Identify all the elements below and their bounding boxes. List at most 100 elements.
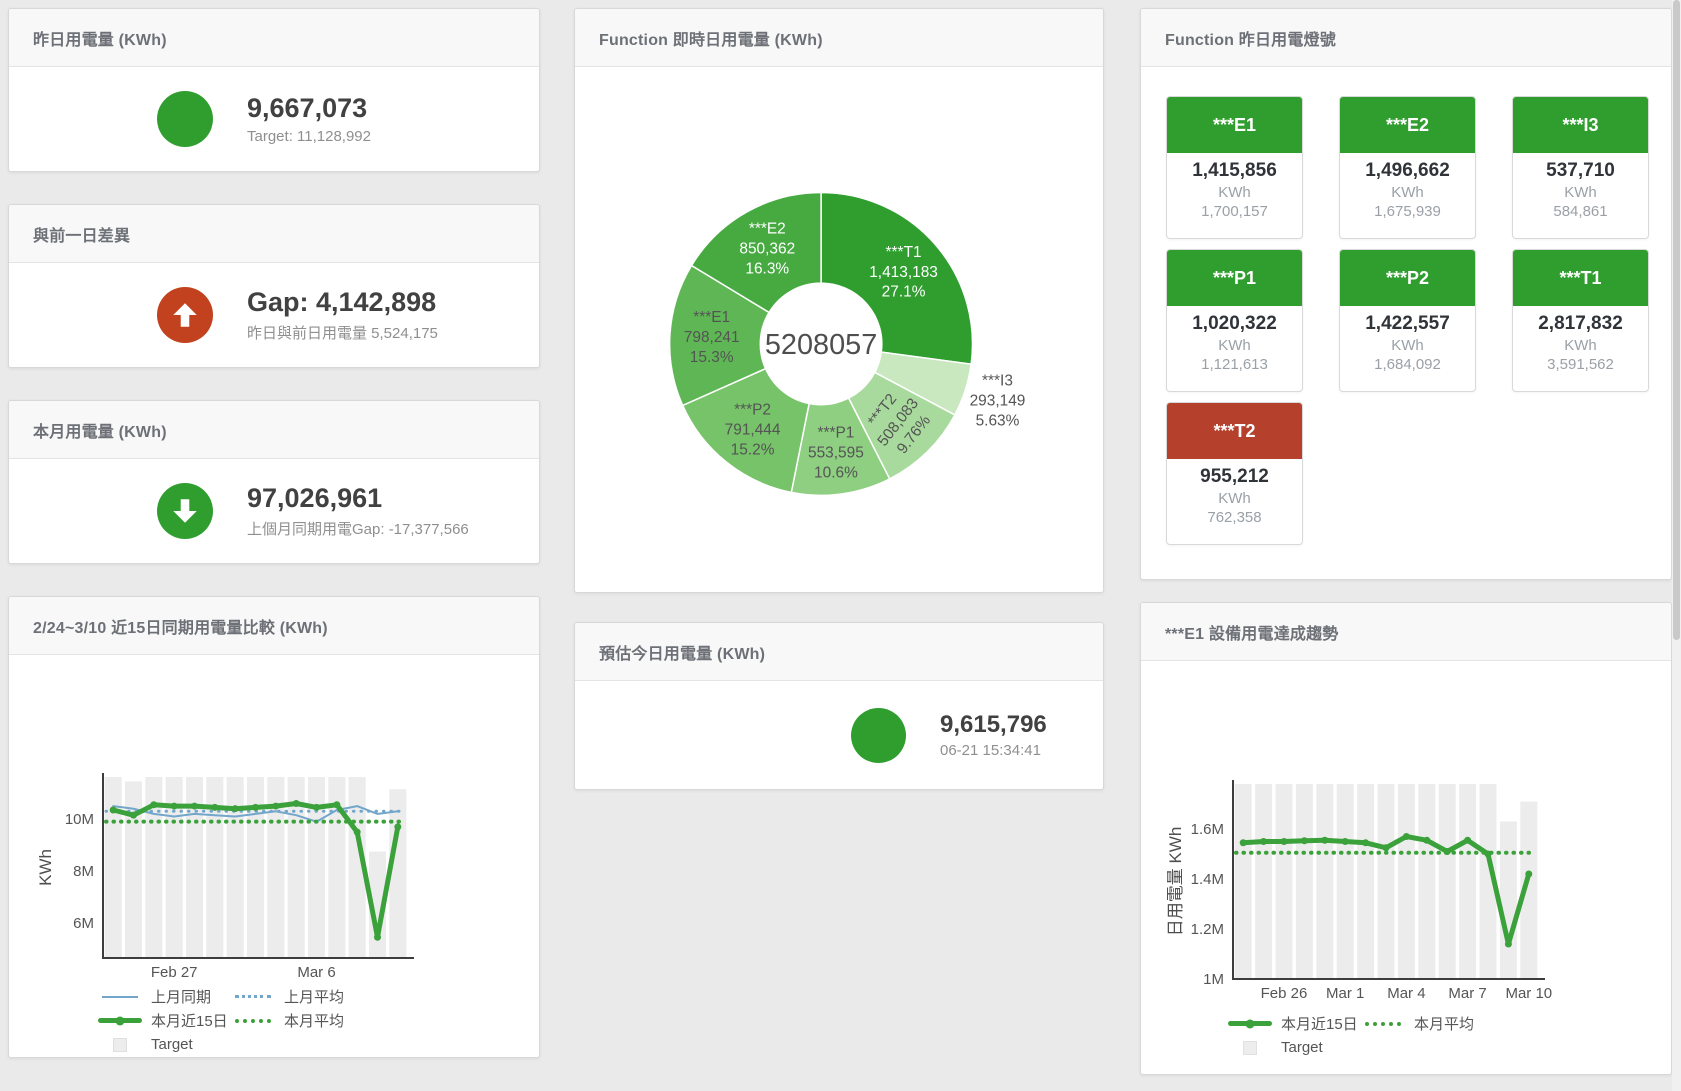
dot-green-swatch-icon — [1360, 1022, 1406, 1026]
panel-body: 9,615,796 06-21 15:34:41 — [575, 681, 1103, 789]
line-green-swatch-icon — [1227, 1021, 1273, 1026]
tile-value: 537,710 — [1513, 160, 1648, 182]
svg-text:1.6M: 1.6M — [1191, 821, 1224, 838]
legend-row: 本月近15日 本月平均 — [1227, 1013, 1493, 1034]
tile-value: 1,422,557 — [1340, 313, 1475, 335]
legend-label: 本月近15日 — [1281, 1013, 1358, 1034]
svg-text:10.6%: 10.6% — [814, 464, 858, 481]
light-tile-P1: ***P11,020,322KWh1,121,613 — [1166, 249, 1303, 392]
tile-value: 1,496,662 — [1340, 160, 1475, 182]
svg-text:Mar 4: Mar 4 — [1387, 985, 1425, 1002]
tile-unit: KWh — [1167, 184, 1302, 201]
panel-compare15: 2/24~3/10 近15日同期用電量比較 (KWh) 6M8M10MFeb 2… — [8, 596, 540, 1058]
stat-text: 9,667,073 Target: 11,128,992 — [247, 93, 371, 145]
tile-unit: KWh — [1340, 337, 1475, 354]
panel-lights: Function 昨日用電燈號 ***E11,415,856KWh1,700,1… — [1140, 8, 1672, 580]
panel-day-gap: 與前一日差異 Gap: 4,142,898 昨日與前日用電量 5,524,175 — [8, 204, 540, 368]
legend-item-line-blue[interactable]: 上月同期 — [97, 986, 230, 1007]
status-circle-icon — [157, 91, 213, 147]
legend-item-line-green[interactable]: 本月近15日 — [1227, 1013, 1360, 1034]
svg-text:850,362: 850,362 — [739, 240, 795, 257]
tile-value: 955,212 — [1167, 466, 1302, 488]
panel-header: 預估今日用電量 (KWh) — [575, 623, 1103, 681]
legend-item-square[interactable]: Target — [97, 1034, 230, 1055]
tile-target: 3,591,562 — [1513, 356, 1648, 373]
svg-text:***E2: ***E2 — [749, 221, 786, 238]
svg-text:10M: 10M — [65, 811, 94, 828]
panel-title[interactable]: 與前一日差異 — [33, 222, 130, 246]
svg-text:***P2: ***P2 — [734, 402, 771, 419]
legend-label: 本月平均 — [1414, 1013, 1474, 1034]
stat-text: 9,615,796 06-21 15:34:41 — [940, 711, 1047, 760]
panel-title[interactable]: 預估今日用電量 (KWh) — [599, 640, 765, 664]
tile-name: ***P2 — [1340, 250, 1475, 306]
stat-text: 97,026,961 上個月同期用電Gap: -17,377,566 — [247, 483, 469, 539]
stat-subtitle: Target: 11,128,992 — [247, 128, 371, 145]
legend-item-line-green[interactable]: 本月近15日 — [97, 1010, 230, 1031]
stat-value: 9,615,796 — [940, 711, 1047, 739]
light-tile-T2: ***T2955,212KWh762,358 — [1166, 402, 1303, 545]
tile-unit: KWh — [1513, 337, 1648, 354]
light-tile-T1: ***T1 2,817,832 KWh 3,591,562 — [1512, 249, 1649, 392]
tile-name: ***P1 — [1167, 250, 1302, 306]
tile-unit: KWh — [1513, 184, 1648, 201]
scrollbar-thumb[interactable] — [1673, 0, 1680, 640]
legend-label: Target — [151, 1036, 193, 1053]
panel-header: Function 即時日用電量 (KWh) — [575, 9, 1103, 67]
svg-text:8M: 8M — [73, 863, 94, 880]
tile-value: 1,020,322 — [1167, 313, 1302, 335]
light-tile-P2: ***P21,422,557KWh1,684,092 — [1339, 249, 1476, 392]
legend-item-dot-green[interactable]: 本月平均 — [230, 1010, 363, 1031]
svg-text:KWh: KWh — [36, 849, 55, 886]
stat-text: Gap: 4,142,898 昨日與前日用電量 5,524,175 — [247, 287, 438, 343]
svg-text:15.2%: 15.2% — [731, 441, 775, 458]
svg-text:Feb 27: Feb 27 — [151, 964, 198, 981]
down-arrow-icon — [157, 483, 213, 539]
stat-value: Gap: 4,142,898 — [247, 287, 438, 318]
legend-item-dot-blue[interactable]: 上月平均 — [230, 986, 363, 1007]
panel-title[interactable]: 昨日用電量 (KWh) — [33, 26, 167, 50]
svg-text:Mar 6: Mar 6 — [297, 964, 335, 981]
light-tile-E1: ***E11,415,856KWh1,700,157 — [1166, 96, 1303, 239]
realtime-donut-chart[interactable]: ***T11,413,18327.1%***I3293,1495.63%***T… — [575, 67, 1103, 592]
svg-text:***I3: ***I3 — [982, 373, 1013, 390]
panel-e1-trend: ***E1 設備用電達成趨勢 1M1.2M1.4M1.6MFeb 26Mar 1… — [1140, 602, 1672, 1075]
legend-label: 上月同期 — [151, 986, 211, 1007]
legend-item-square[interactable]: Target — [1227, 1037, 1360, 1058]
tile-target: 1,675,939 — [1340, 203, 1475, 220]
page-scrollbar[interactable] — [1672, 0, 1681, 1091]
panel-title[interactable]: Function 即時日用電量 (KWh) — [599, 26, 823, 50]
lights-tiles: ***E11,415,856KWh1,700,157***E21,496,662… — [1141, 67, 1671, 579]
legend-item-dot-green[interactable]: 本月平均 — [1360, 1013, 1493, 1034]
tile-name: ***T1 — [1513, 250, 1648, 306]
panel-title[interactable]: ***E1 設備用電達成趨勢 — [1165, 620, 1339, 644]
panel-yesterday-usage: 昨日用電量 (KWh) 9,667,073 Target: 11,128,992 — [8, 8, 540, 172]
svg-text:***E1: ***E1 — [693, 309, 730, 326]
panel-header: ***E1 設備用電達成趨勢 — [1141, 603, 1671, 661]
svg-text:***T1: ***T1 — [886, 244, 922, 261]
tile-unit: KWh — [1167, 490, 1302, 507]
svg-text:1,413,183: 1,413,183 — [869, 264, 938, 281]
status-circle-icon — [851, 708, 906, 763]
panel-header: Function 昨日用電燈號 — [1141, 9, 1671, 67]
panel-title[interactable]: Function 昨日用電燈號 — [1165, 26, 1336, 50]
panel-title[interactable]: 本月用電量 (KWh) — [33, 418, 167, 442]
dot-green-swatch-icon — [230, 1019, 276, 1023]
panel-today-estimate: 預估今日用電量 (KWh) 9,615,796 06-21 15:34:41 — [574, 622, 1104, 790]
panel-body: 97,026,961 上個月同期用電Gap: -17,377,566 — [9, 459, 539, 563]
panel-realtime-donut: Function 即時日用電量 (KWh) ***T11,413,18327.1… — [574, 8, 1104, 593]
panel-title[interactable]: 2/24~3/10 近15日同期用電量比較 (KWh) — [33, 614, 328, 638]
legend-label: 本月平均 — [284, 1010, 344, 1031]
tile-target: 1,121,613 — [1167, 356, 1302, 373]
panel-header: 昨日用電量 (KWh) — [9, 9, 539, 67]
donut-label-I3: ***I3293,1495.63% — [970, 373, 1026, 430]
svg-text:Feb 26: Feb 26 — [1261, 985, 1308, 1002]
dashboard-page: 昨日用電量 (KWh) 9,667,073 Target: 11,128,992… — [0, 0, 1681, 1091]
panel-body: Gap: 4,142,898 昨日與前日用電量 5,524,175 — [9, 263, 539, 367]
svg-text:16.3%: 16.3% — [745, 260, 789, 277]
tile-value: 2,817,832 — [1513, 313, 1648, 335]
compare15-legend: 上月同期上月平均本月近15日 本月平均 Target — [97, 986, 363, 1058]
up-arrow-icon — [157, 287, 213, 343]
panel-month-usage: 本月用電量 (KWh) 97,026,961 上個月同期用電Gap: -17,3… — [8, 400, 540, 564]
svg-text:日用電量 KWh: 日用電量 KWh — [1166, 827, 1185, 937]
